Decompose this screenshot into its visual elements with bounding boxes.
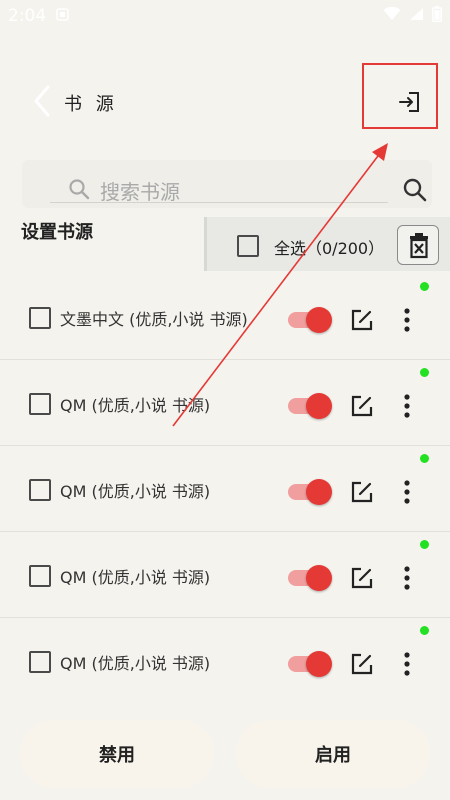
row-checkbox[interactable] <box>29 307 51 329</box>
list-item[interactable]: QM (优质,小说 书源) <box>0 532 450 618</box>
row-checkbox[interactable] <box>29 651 51 673</box>
import-icon <box>399 92 419 112</box>
battery-icon <box>432 5 442 27</box>
list-item[interactable]: QM (优质,小说 书源) <box>0 446 450 532</box>
status-bar: 2:04 <box>0 0 450 32</box>
wifi-icon <box>383 6 401 26</box>
more-vert-icon <box>404 652 410 676</box>
section-title: 设置书源 <box>21 222 93 243</box>
more-vert-icon <box>404 394 410 418</box>
source-name: 文墨中文 (优质,小说 书源) <box>60 310 248 329</box>
enable-button[interactable]: 启用 <box>236 720 430 788</box>
status-dot <box>420 454 429 463</box>
status-dot <box>420 540 429 549</box>
edit-button[interactable] <box>350 652 374 676</box>
source-name: QM (优质,小说 书源) <box>60 568 211 587</box>
select-all-label: 全选（0/200） <box>274 239 385 258</box>
source-name: QM (优质,小说 书源) <box>60 482 211 501</box>
edit-icon <box>351 567 373 589</box>
row-checkbox[interactable] <box>29 565 51 587</box>
trash-icon <box>410 233 428 259</box>
more-options-button[interactable] <box>398 392 416 420</box>
disable-button[interactable]: 禁用 <box>20 720 214 788</box>
list-item[interactable]: QM (优质,小说 书源) <box>0 360 450 446</box>
list-item[interactable]: QM (优质,小说 书源) <box>0 618 450 704</box>
more-options-button[interactable] <box>398 306 416 334</box>
source-name: QM (优质,小说 书源) <box>60 654 211 673</box>
status-dot <box>420 368 429 377</box>
notification-icon <box>56 6 69 26</box>
status-dot <box>420 626 429 635</box>
edit-button[interactable] <box>350 308 374 332</box>
status-time: 2:04 <box>8 6 47 26</box>
enable-toggle[interactable] <box>288 307 332 333</box>
enable-toggle[interactable] <box>288 393 332 419</box>
status-dot <box>420 282 429 291</box>
edit-button[interactable] <box>350 394 374 418</box>
list-item[interactable]: 文墨中文 (优质,小说 书源) <box>0 274 450 360</box>
search-field-icon <box>68 178 90 200</box>
search-input[interactable]: 搜索书源 <box>100 176 180 205</box>
edit-icon <box>351 653 373 675</box>
select-all-checkbox[interactable] <box>237 235 259 257</box>
edit-icon <box>351 309 373 331</box>
enable-toggle[interactable] <box>288 651 332 677</box>
search-icon <box>403 178 427 202</box>
row-checkbox[interactable] <box>29 393 51 415</box>
enable-toggle[interactable] <box>288 565 332 591</box>
more-vert-icon <box>404 566 410 590</box>
edit-icon <box>351 481 373 503</box>
edit-icon <box>351 395 373 417</box>
more-options-button[interactable] <box>398 650 416 678</box>
search-button[interactable] <box>402 177 428 203</box>
import-button[interactable] <box>396 88 424 116</box>
more-vert-icon <box>404 480 410 504</box>
bottom-action-bar: 禁用 启用 <box>0 708 450 800</box>
enable-toggle[interactable] <box>288 479 332 505</box>
more-options-button[interactable] <box>398 564 416 592</box>
page-title: 书 源 <box>64 94 118 115</box>
chevron-left-icon <box>34 85 50 117</box>
more-options-button[interactable] <box>398 478 416 506</box>
source-name: QM (优质,小说 书源) <box>60 396 211 415</box>
back-button[interactable] <box>28 84 58 118</box>
signal-icon <box>409 6 424 26</box>
edit-button[interactable] <box>350 480 374 504</box>
more-vert-icon <box>404 308 410 332</box>
row-checkbox[interactable] <box>29 479 51 501</box>
delete-button[interactable] <box>397 225 439 265</box>
edit-button[interactable] <box>350 566 374 590</box>
